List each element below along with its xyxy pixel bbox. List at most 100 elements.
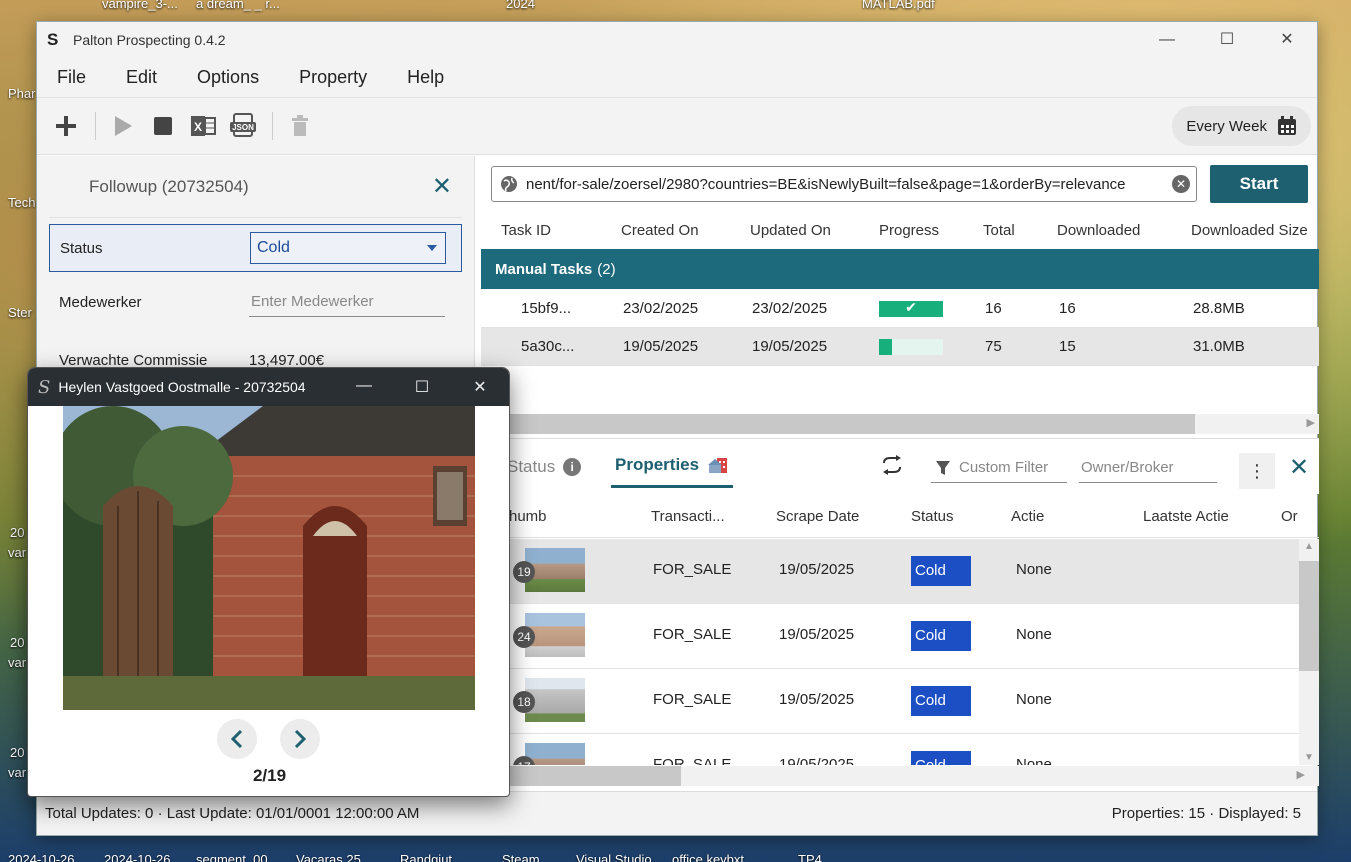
more-options-button[interactable]: ⋮ — [1239, 453, 1275, 489]
column-header[interactable]: humb — [509, 508, 547, 525]
clear-url-icon[interactable]: ✕ — [1172, 175, 1190, 193]
column-header[interactable]: Actie — [1011, 508, 1044, 525]
status-badge[interactable]: Cold — [911, 556, 971, 586]
medewerker-input[interactable]: Enter Medewerker — [249, 287, 445, 317]
properties-vertical-scrollbar[interactable]: ▲ ▼ — [1299, 539, 1319, 765]
status-dropdown[interactable]: Cold — [250, 232, 446, 264]
desktop-icon-label[interactable]: Steam — [502, 852, 540, 862]
desktop-icon-label[interactable]: 2024 — [506, 0, 535, 11]
task-group-header[interactable]: Manual Tasks (2) — [481, 249, 1319, 289]
close-properties-icon[interactable]: ✕ — [1289, 453, 1309, 482]
actie-cell: None — [1016, 626, 1052, 643]
url-input[interactable]: nent/for-sale/zoersel/2980?countries=BE&… — [491, 166, 1197, 202]
owner-broker-input[interactable]: Owner/Broker — [1079, 453, 1217, 483]
status-bar: Total Updates: 0 · Last Update: 01/01/00… — [37, 791, 1317, 835]
desktop-icon-label[interactable]: 2024-10-26 — [104, 852, 171, 862]
desktop-icon-label[interactable]: segment_00... — [196, 852, 278, 862]
column-header[interactable]: Created On — [621, 222, 699, 239]
desktop-icon-label[interactable]: 20 — [10, 745, 24, 760]
column-header[interactable]: Total — [983, 222, 1015, 239]
column-header[interactable]: Downloaded Size — [1191, 222, 1308, 239]
arrow-down-icon[interactable]: ▼ — [1304, 752, 1314, 763]
menu-help[interactable]: Help — [407, 67, 444, 88]
task-horizontal-scrollbar[interactable]: ▶ — [481, 414, 1319, 434]
desktop-icon-label[interactable]: 20 — [10, 525, 24, 540]
desktop-icon-label[interactable]: 20 — [10, 635, 24, 650]
title-bar[interactable]: S Palton Prospecting 0.4.2 — ☐ ✕ — [37, 22, 1317, 58]
schedule-button[interactable]: Every Week — [1172, 106, 1311, 146]
previous-photo-button[interactable] — [217, 719, 257, 759]
close-followup-icon[interactable]: ✕ — [432, 172, 452, 201]
export-excel-button[interactable]: X — [186, 109, 220, 143]
scrollbar-thumb[interactable] — [481, 414, 1195, 434]
table-row[interactable]: 17 FOR_SALE 19/05/2025 Cold None — [481, 734, 1299, 765]
desktop-icon-label[interactable]: Randgiut... — [400, 852, 463, 862]
desktop-icon-label[interactable]: 2024-10-26 — [8, 852, 75, 862]
maximize-button[interactable]: ☐ — [393, 377, 451, 397]
desktop-icon-label[interactable]: TP4 — [798, 852, 822, 862]
column-header[interactable]: Updated On — [750, 222, 831, 239]
desktop-icon-label[interactable]: var — [8, 545, 26, 560]
photo-count-badge: 18 — [513, 691, 535, 713]
photo-viewer-title-bar[interactable]: S Heylen Vastgoed Oostmalle - 20732504 —… — [28, 368, 509, 406]
desktop-icon-label[interactable]: office.keybxt — [672, 852, 744, 862]
next-photo-button[interactable] — [280, 719, 320, 759]
desktop-icon-label[interactable]: Visual Studio... — [576, 852, 662, 862]
stop-button[interactable] — [146, 109, 180, 143]
status-badge[interactable]: Cold — [911, 751, 971, 765]
column-header[interactable]: Transacti... — [651, 508, 725, 525]
custom-filter-input[interactable]: Custom Filter — [931, 453, 1067, 483]
desktop-icon-label[interactable]: MATLAB.pdf — [862, 0, 935, 11]
menu-property[interactable]: Property — [299, 67, 367, 88]
desktop-icon-label[interactable]: var — [8, 655, 26, 670]
column-header[interactable]: Task ID — [501, 222, 551, 239]
table-row[interactable]: 18 FOR_SALE 19/05/2025 Cold None — [481, 669, 1299, 734]
minimize-button[interactable]: — — [1137, 22, 1197, 58]
menu-bar: File Edit Options Property Help — [37, 58, 1317, 98]
desktop-icon-label[interactable]: Vacaras 25... — [296, 852, 372, 862]
custom-filter-placeholder: Custom Filter — [959, 459, 1049, 476]
desktop-icon-label[interactable]: Ster — [8, 305, 32, 320]
table-row[interactable]: 19 FOR_SALE 19/05/2025 Cold None — [481, 539, 1299, 604]
column-header[interactable]: Downloaded — [1057, 222, 1140, 239]
arrow-right-icon[interactable]: ▶ — [1307, 416, 1315, 429]
tab-properties[interactable]: Properties — [611, 455, 734, 488]
desktop-icon-label[interactable]: a dream_ _ r... — [196, 0, 280, 11]
properties-toolbar: Status i Properties Custom Filter Owner/… — [481, 438, 1319, 494]
menu-edit[interactable]: Edit — [126, 67, 157, 88]
menu-options[interactable]: Options — [197, 67, 259, 88]
stop-icon — [154, 117, 172, 135]
refresh-button[interactable] — [881, 455, 903, 479]
maximize-button[interactable]: ☐ — [1197, 22, 1257, 58]
close-button[interactable]: ✕ — [1257, 22, 1317, 58]
minimize-button[interactable]: — — [335, 377, 393, 397]
status-right-text: Properties: 15 · Displayed: 5 — [1111, 805, 1301, 822]
column-header[interactable]: Laatste Actie — [1143, 508, 1229, 525]
start-button[interactable]: Start — [1210, 165, 1308, 203]
scrollbar-thumb[interactable] — [481, 766, 681, 786]
column-header[interactable]: Scrape Date — [776, 508, 859, 525]
status-badge[interactable]: Cold — [911, 621, 971, 651]
task-row[interactable]: 15bf9... 23/02/2025 23/02/2025 ✔ 16 16 2… — [481, 290, 1319, 328]
add-button[interactable] — [49, 109, 83, 143]
column-header[interactable]: Progress — [879, 222, 939, 239]
task-row[interactable]: 5a30c... 19/05/2025 19/05/2025 75 15 31.… — [481, 328, 1319, 366]
arrow-up-icon[interactable]: ▲ — [1304, 541, 1314, 552]
desktop-icon-label[interactable]: var — [8, 765, 26, 780]
scrollbar-thumb[interactable] — [1299, 561, 1319, 671]
desktop-icon-label[interactable]: Phar — [8, 86, 35, 101]
tab-status[interactable]: Status i — [507, 457, 582, 477]
export-json-button[interactable]: JSON — [226, 109, 260, 143]
desktop-icon-label[interactable]: vampire_3-... — [102, 0, 178, 11]
table-row[interactable]: 24 FOR_SALE 19/05/2025 Cold None — [481, 604, 1299, 669]
properties-horizontal-scrollbar[interactable]: ▶ — [481, 766, 1319, 786]
delete-button[interactable] — [283, 109, 317, 143]
column-header[interactable]: Or — [1281, 508, 1298, 525]
menu-file[interactable]: File — [57, 67, 86, 88]
run-button[interactable] — [106, 109, 140, 143]
close-button[interactable]: ✕ — [451, 377, 509, 397]
column-header[interactable]: Status — [911, 508, 954, 525]
desktop-icon-label[interactable]: Tech — [8, 195, 35, 210]
status-badge[interactable]: Cold — [911, 686, 971, 716]
arrow-right-icon[interactable]: ▶ — [1297, 768, 1305, 781]
